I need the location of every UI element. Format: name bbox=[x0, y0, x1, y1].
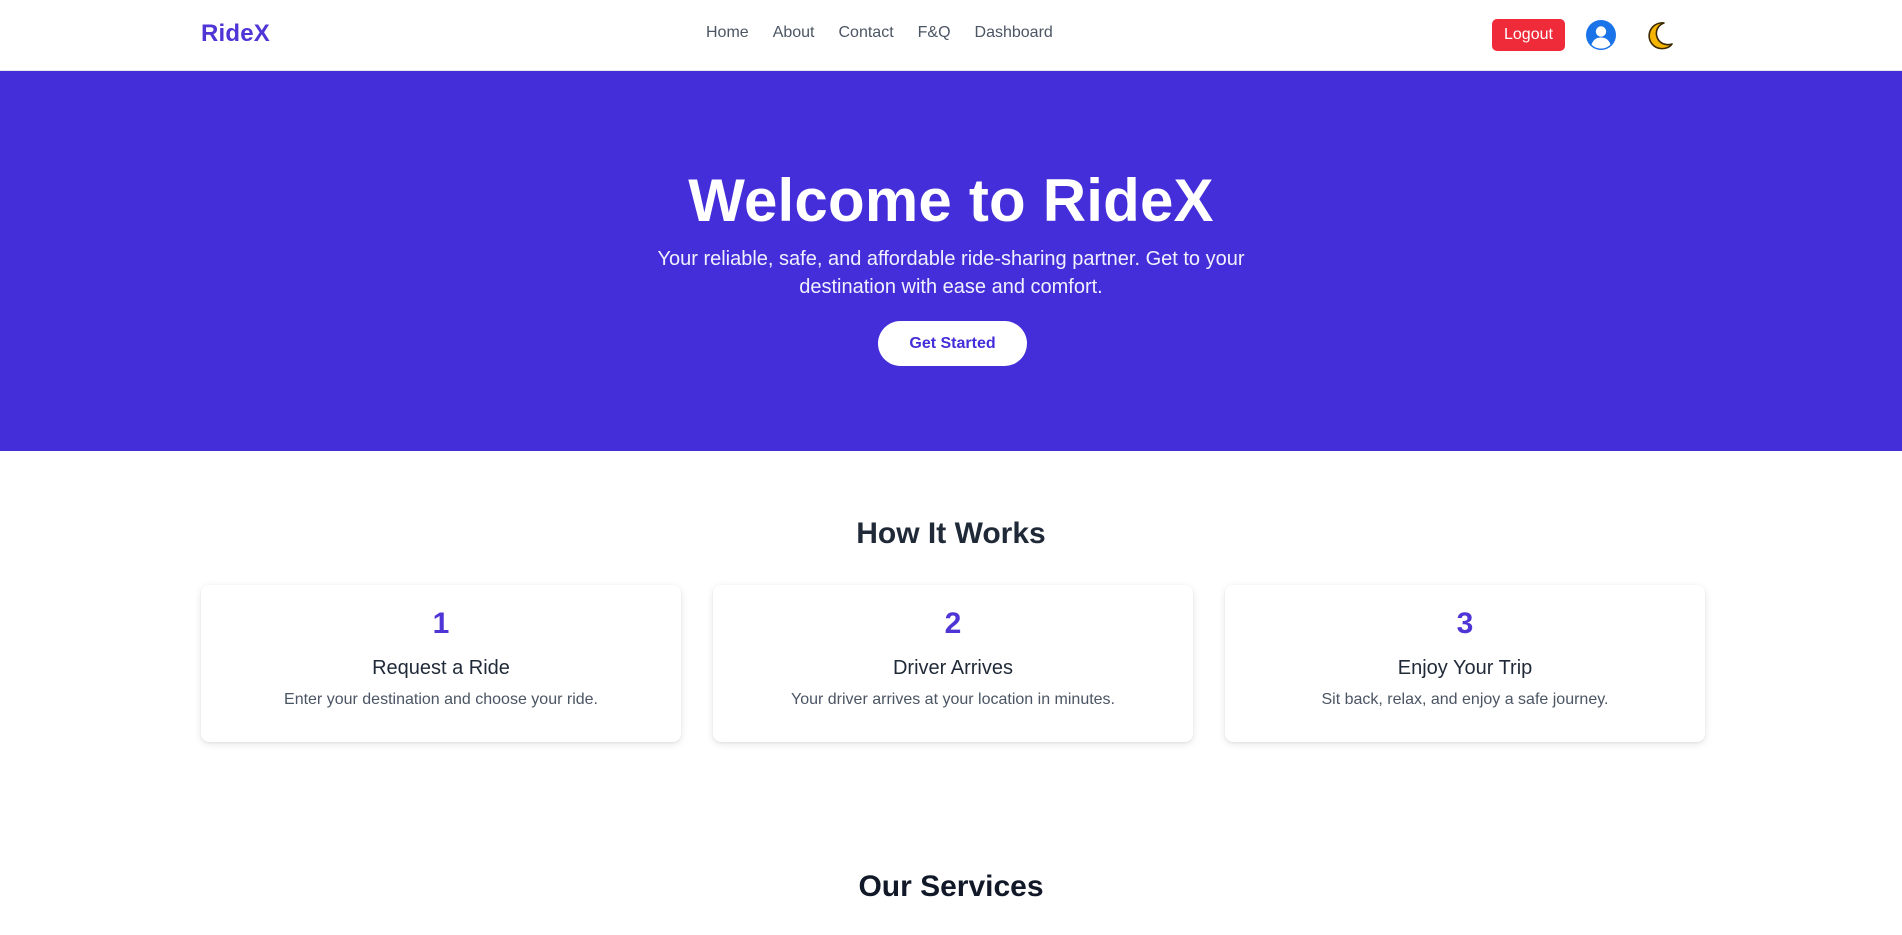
nav-links: Home About Contact F&Q Dashboard bbox=[706, 24, 1053, 42]
hero-title: Welcome to RideX bbox=[688, 167, 1214, 234]
logout-button[interactable]: Logout bbox=[1492, 19, 1565, 51]
nav-link-dashboard[interactable]: Dashboard bbox=[975, 24, 1053, 41]
navbar: RideX Home About Contact F&Q Dashboard L… bbox=[0, 0, 1902, 71]
step-description: Your driver arrives at your location in … bbox=[791, 691, 1115, 708]
step-number: 2 bbox=[944, 607, 962, 640]
hero-section: Welcome to RideX Your reliable, safe, an… bbox=[0, 71, 1902, 451]
how-it-works-heading: How It Works bbox=[856, 517, 1046, 550]
step-title: Enjoy Your Trip bbox=[1397, 657, 1533, 679]
user-circle-icon[interactable] bbox=[1585, 19, 1617, 51]
nav-item-contact: Contact bbox=[839, 24, 894, 42]
step-number: 1 bbox=[432, 607, 450, 640]
get-started-button[interactable]: Get Started bbox=[878, 321, 1027, 366]
step-title: Request a Ride bbox=[372, 657, 510, 679]
step-description: Sit back, relax, and enjoy a safe journe… bbox=[1321, 691, 1609, 708]
nav-item-home: Home bbox=[706, 24, 749, 42]
step-card: 1 Request a Ride Enter your destination … bbox=[201, 585, 681, 742]
nav-link-home[interactable]: Home bbox=[706, 24, 749, 41]
nav-item-faq: F&Q bbox=[918, 24, 951, 42]
how-it-works-section: How It Works 1 Request a Ride Enter your… bbox=[0, 451, 1902, 811]
brand-logo[interactable]: RideX bbox=[201, 20, 270, 48]
nav-link-faq[interactable]: F&Q bbox=[918, 24, 951, 41]
step-card: 2 Driver Arrives Your driver arrives at … bbox=[713, 585, 1193, 742]
step-description: Enter your destination and choose your r… bbox=[284, 691, 598, 708]
step-title: Driver Arrives bbox=[892, 657, 1013, 679]
step-number: 3 bbox=[1456, 607, 1474, 640]
nav-link-contact[interactable]: Contact bbox=[839, 24, 894, 41]
moon-icon[interactable] bbox=[1645, 20, 1675, 50]
services-heading: Our Services bbox=[858, 870, 1044, 903]
hero-subtitle: Your reliable, safe, and affordable ride… bbox=[657, 248, 1245, 298]
nav-link-about[interactable]: About bbox=[773, 24, 815, 41]
nav-item-about: About bbox=[773, 24, 815, 42]
nav-item-dashboard: Dashboard bbox=[975, 24, 1053, 42]
step-card: 3 Enjoy Your Trip Sit back, relax, and e… bbox=[1225, 585, 1705, 742]
nav-actions: Logout bbox=[1492, 19, 1675, 51]
